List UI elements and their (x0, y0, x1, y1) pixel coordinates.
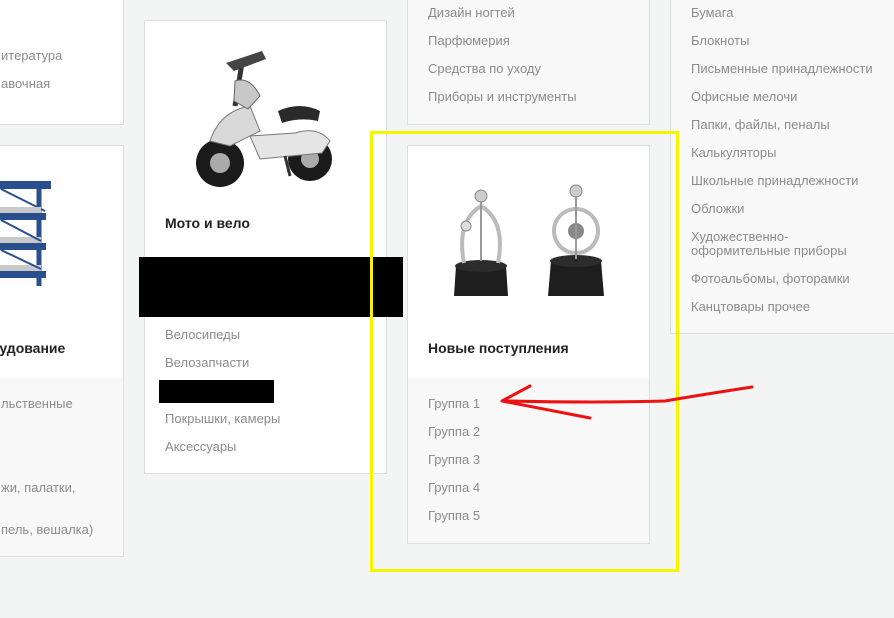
category-card-equipment: рудование льственные жи, палатки, пель, … (0, 145, 124, 557)
category-card-beauty: Дизайн ногтей Парфюмерия Средства по ухо… (407, 0, 650, 125)
category-link[interactable]: Группа 1 (428, 396, 480, 412)
category-link[interactable]: льственные (1, 396, 73, 412)
category-title[interactable]: Новые поступления (428, 340, 569, 356)
category-link[interactable]: Велозапчасти (165, 355, 249, 371)
scooter-image[interactable] (190, 41, 340, 191)
category-link[interactable]: Группа 4 (428, 480, 480, 496)
category-link[interactable]: Аксессуары (165, 439, 236, 455)
category-link[interactable]: авочная (1, 76, 50, 92)
category-card-moto: Мото и вело Велосипеды Велозапчасти Покр… (144, 20, 387, 474)
category-link[interactable]: оформительные приборы (691, 243, 847, 259)
category-card-new-arrivals: Новые поступления Группа 1 Группа 2 Груп… (407, 145, 650, 544)
category-card-stationery: Бумага Блокноты Письменные принадлежност… (670, 0, 894, 334)
category-title[interactable]: рудование (0, 340, 65, 356)
shelving-rack-image[interactable] (0, 171, 51, 291)
category-link[interactable]: Офисные мелочи (691, 89, 797, 105)
category-link[interactable]: итература (1, 48, 62, 64)
category-link[interactable]: Бумага (691, 5, 733, 21)
category-link[interactable]: Средства по уходу (428, 61, 541, 77)
category-link[interactable]: Школьные принадлежности (691, 173, 858, 189)
category-link[interactable]: Парфюмерия (428, 33, 510, 49)
redaction-block (139, 257, 403, 317)
category-card-left-top: итература авочная (0, 0, 124, 125)
category-link[interactable]: Приборы и инструменты (428, 89, 577, 105)
category-link[interactable]: Фотоальбомы, фоторамки (691, 271, 850, 287)
category-links: льственные жи, палатки, пель, вешалка) (0, 378, 123, 556)
category-links: Группа 1 Группа 2 Группа 3 Группа 4 Груп… (408, 378, 649, 543)
category-link[interactable]: жи, палатки, (1, 480, 76, 496)
category-link[interactable]: Блокноты (691, 33, 749, 49)
category-link[interactable]: Группа 2 (428, 424, 480, 440)
category-link[interactable]: Папки, файлы, пеналы (691, 117, 830, 133)
category-link[interactable]: Покрышки, камеры (165, 411, 280, 427)
redaction-block (159, 380, 274, 403)
category-link[interactable]: пель, вешалка) (1, 522, 93, 538)
category-link[interactable]: Группа 5 (428, 508, 480, 524)
category-link[interactable]: Велосипеды (165, 327, 240, 343)
category-link[interactable]: Обложки (691, 201, 744, 217)
category-link[interactable]: Группа 3 (428, 452, 480, 468)
desk-pendulum-image[interactable] (446, 181, 616, 306)
category-link[interactable]: Письменные принадлежности (691, 61, 873, 77)
category-title[interactable]: Мото и вело (165, 215, 250, 231)
category-link[interactable]: Канцтовары прочее (691, 299, 810, 315)
category-link[interactable]: Дизайн ногтей (428, 5, 515, 21)
category-link[interactable]: Калькуляторы (691, 145, 776, 161)
